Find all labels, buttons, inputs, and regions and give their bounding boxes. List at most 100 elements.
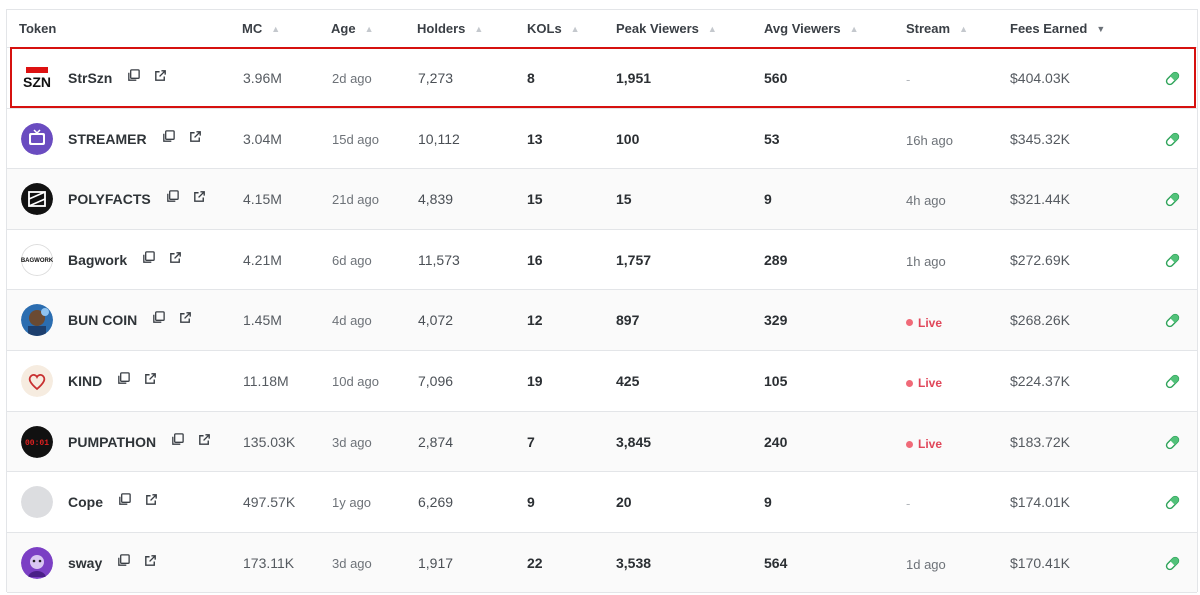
token-name[interactable]: BUN COIN [68, 312, 137, 328]
pill-icon[interactable] [1164, 434, 1181, 451]
copy-icon[interactable] [151, 310, 166, 330]
col-kols-sort[interactable]: KOLs ▲ [527, 10, 580, 48]
pill-icon[interactable] [1164, 131, 1181, 148]
token-age: 3d ago [332, 434, 372, 450]
token-name[interactable]: Bagwork [68, 252, 127, 268]
token-name[interactable]: STREAMER [68, 131, 147, 147]
table-row[interactable]: BAGWORK Bagwork 4.21M 6d ago 11,573 16 1,757 28… [7, 229, 1197, 291]
peak-viewers: 1,757 [616, 251, 652, 268]
col-holders-sort[interactable]: Holders ▲ [417, 10, 483, 48]
external-link-icon[interactable] [143, 553, 158, 573]
copy-icon[interactable] [141, 250, 156, 270]
pill-icon[interactable] [1164, 252, 1181, 269]
holders-count: 4,839 [418, 191, 454, 208]
external-link-icon[interactable] [144, 492, 159, 512]
copy-icon[interactable] [161, 129, 176, 149]
live-dot-icon [906, 440, 913, 448]
copy-icon[interactable] [170, 432, 185, 452]
pill-icon[interactable] [1164, 312, 1181, 329]
table-row[interactable]: SZN StrSzn 3.96M 2d ago 7,273 8 1,951 560 - $404.… [7, 48, 1197, 109]
external-link-icon[interactable] [143, 371, 158, 391]
token-name[interactable]: KIND [68, 373, 102, 389]
live-badge: Live [906, 353, 942, 413]
token-name[interactable]: sway [68, 555, 102, 571]
token-age: 2d ago [332, 71, 372, 86]
holders-count: 11,573 [418, 251, 460, 268]
avg-viewers: 289 [764, 251, 788, 268]
stream-status: - [906, 473, 910, 533]
live-badge: Live [906, 293, 942, 353]
copy-icon[interactable] [116, 553, 131, 573]
live-dot-icon [906, 319, 913, 327]
stream-status: 1h ago [906, 231, 946, 291]
copy-icon[interactable] [116, 371, 131, 391]
pill-icon[interactable] [1164, 373, 1181, 390]
external-link-icon[interactable] [188, 129, 203, 149]
token-age: 15d ago [332, 131, 379, 147]
token-name[interactable]: PUMPATHON [68, 434, 156, 450]
avg-viewers: 329 [764, 312, 788, 329]
fees-earned: $174.01K [1010, 494, 1070, 511]
col-fees-earned-sort[interactable]: Fees Earned ▼ [1010, 10, 1105, 48]
kols-count: 15 [527, 191, 543, 208]
pill-icon[interactable] [1164, 555, 1181, 572]
copy-icon[interactable] [126, 68, 141, 88]
table-row[interactable]: BUN COIN 1.45M 4d ago 4,072 12 897 329 Live $268… [7, 290, 1197, 351]
stream-none: - [906, 72, 911, 87]
table-row[interactable]: POLYFACTS 4.15M 21d ago 4,839 15 15 9 4h ago $32… [7, 169, 1197, 230]
pill-icon[interactable] [1164, 494, 1181, 511]
token-age: 3d ago [332, 555, 372, 571]
table-row[interactable]: sway 173.11K 3d ago 1,917 22 3,538 564 1d ago $1… [7, 532, 1197, 594]
kols-count: 22 [527, 554, 543, 571]
avg-viewers: 560 [764, 70, 788, 86]
holders-count: 4,072 [418, 312, 454, 329]
svg-text:SZN: SZN [23, 74, 51, 90]
peak-viewers: 3,845 [616, 433, 652, 450]
stream-status: 16h ago [906, 110, 953, 170]
svg-text:BAGWORK: BAGWORK [21, 258, 53, 264]
external-link-icon[interactable] [178, 310, 193, 330]
col-age-sort[interactable]: Age ▲ [331, 10, 373, 48]
peak-viewers: 1,951 [616, 70, 652, 86]
token-name[interactable]: POLYFACTS [68, 191, 151, 207]
peak-viewers: 425 [616, 372, 640, 389]
holders-count: 10,112 [418, 130, 460, 147]
table-row[interactable]: Cope 497.57K 1y ago 6,269 9 20 9 - $174.01K [7, 472, 1197, 533]
copy-icon[interactable] [117, 492, 132, 512]
table-row[interactable]: STREAMER 3.04M 15d ago 10,112 13 100 53 16h ago… [7, 108, 1197, 170]
pill-icon[interactable] [1164, 191, 1181, 208]
kols-count: 12 [527, 312, 543, 329]
market-cap: 173.11K [243, 554, 295, 571]
external-link-icon[interactable] [197, 432, 212, 452]
heart-logo-icon [21, 364, 53, 397]
pumpathon-logo-icon: 00:01 [21, 425, 53, 458]
col-mc-sort[interactable]: MC ▲ [242, 10, 280, 48]
peak-viewers: 15 [616, 191, 632, 208]
external-link-icon[interactable] [192, 189, 207, 209]
market-cap: 135.03K [243, 433, 296, 450]
col-token: Token [19, 21, 57, 36]
market-cap: 3.96M [243, 70, 282, 86]
col-stream-sort[interactable]: Stream ▲ [906, 10, 968, 48]
peak-viewers: 3,538 [616, 554, 652, 571]
table-row[interactable]: 00:01 PUMPATHON 135.03K 3d ago 2,874 7 3,845 24… [7, 411, 1197, 473]
token-name[interactable]: StrSzn [68, 70, 112, 86]
stream-last-seen: 4h ago [906, 193, 946, 209]
holders-count: 7,273 [418, 70, 454, 86]
fees-earned: $268.26K [1010, 312, 1070, 329]
table-row[interactable]: KIND 11.18M 10d ago 7,096 19 425 105 Live $224.3… [7, 350, 1197, 413]
token-name[interactable]: Cope [68, 494, 103, 510]
copy-icon[interactable] [165, 189, 180, 209]
kols-count: 19 [527, 372, 543, 389]
stream-none: - [906, 496, 911, 512]
token-age: 21d ago [332, 192, 379, 208]
external-link-icon[interactable] [168, 250, 183, 270]
pill-icon[interactable] [1164, 70, 1181, 87]
token-cell: KIND [21, 351, 158, 411]
market-cap: 11.18M [243, 372, 289, 389]
token-age: 6d ago [332, 252, 372, 268]
col-avg-viewers-sort[interactable]: Avg Viewers ▲ [764, 10, 859, 48]
col-peak-viewers-sort[interactable]: Peak Viewers ▲ [616, 10, 717, 48]
token-cell: STREAMER [21, 109, 203, 169]
external-link-icon[interactable] [153, 68, 168, 88]
